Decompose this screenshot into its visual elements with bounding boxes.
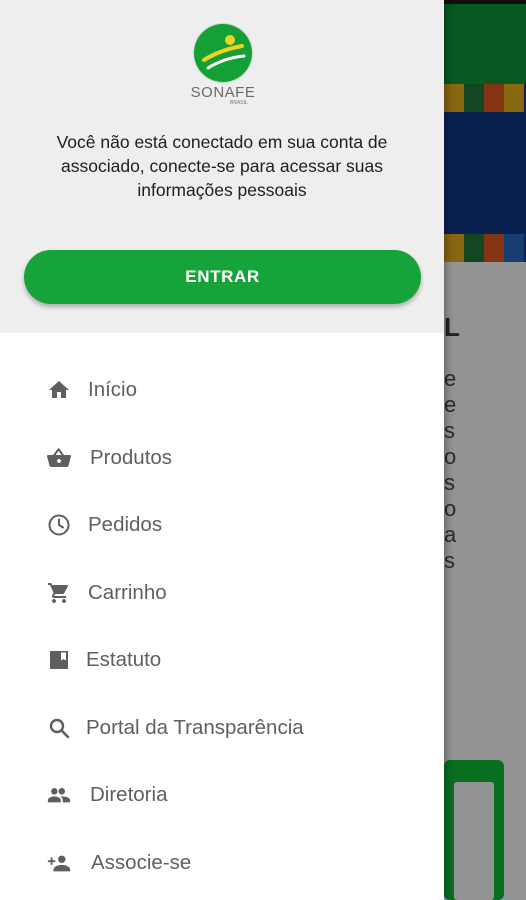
sonafe-logo: SONAFE BRASIL bbox=[190, 24, 256, 106]
group-icon bbox=[46, 782, 72, 808]
menu-label: Estatuto bbox=[86, 648, 162, 671]
menu-label: Início bbox=[88, 378, 137, 401]
menu-label: Diretoria bbox=[90, 783, 168, 806]
clock-icon bbox=[46, 512, 72, 538]
menu-item-inicio[interactable]: Início bbox=[0, 360, 444, 420]
menu-label: Pedidos bbox=[88, 513, 163, 536]
menu-item-pedidos[interactable]: Pedidos bbox=[0, 495, 444, 555]
menu-item-portal-transparencia[interactable]: Portal da Transparência bbox=[0, 698, 444, 758]
menu-item-estatuto[interactable]: Estatuto bbox=[0, 630, 444, 690]
menu-item-diretoria[interactable]: Diretoria bbox=[0, 765, 444, 825]
basket-icon bbox=[46, 445, 72, 471]
menu-label: Associe-se bbox=[91, 851, 192, 874]
enter-button[interactable]: ENTRAR bbox=[24, 250, 421, 304]
menu-label: Produtos bbox=[90, 446, 173, 469]
book-icon bbox=[46, 647, 72, 673]
menu-item-carrinho[interactable]: Carrinho bbox=[0, 563, 444, 623]
cart-icon bbox=[46, 580, 72, 606]
menu-label: Carrinho bbox=[88, 581, 167, 604]
logo-subtitle: BRASIL bbox=[230, 100, 248, 106]
menu-item-associe-se[interactable]: Associe-se bbox=[0, 833, 444, 893]
home-icon bbox=[46, 377, 72, 403]
logo-wordmark: SONAFE bbox=[190, 84, 256, 101]
drawer-header: SONAFE BRASIL Você não está conectado em… bbox=[0, 0, 444, 333]
search-icon bbox=[46, 715, 72, 741]
navigation-drawer: SONAFE BRASIL Você não está conectado em… bbox=[0, 0, 444, 900]
login-message: Você não está conectado em sua conta de … bbox=[56, 132, 388, 200]
person-add-icon bbox=[46, 850, 72, 876]
menu-item-produtos[interactable]: Produtos bbox=[0, 428, 444, 488]
logo-emblem bbox=[194, 24, 252, 82]
menu-label: Portal da Transparência bbox=[86, 716, 304, 739]
